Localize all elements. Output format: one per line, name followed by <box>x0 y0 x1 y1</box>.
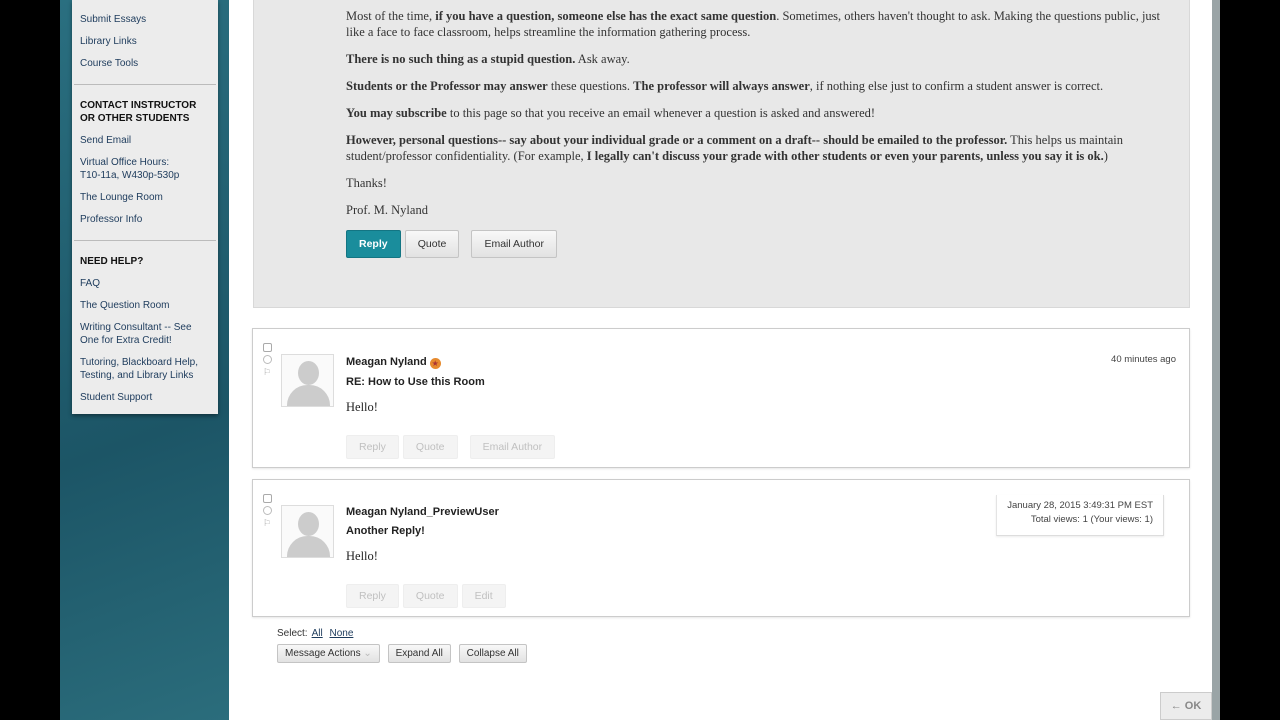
expand-all-button[interactable]: Expand All <box>387 644 451 663</box>
collapse-all-button[interactable]: Collapse All <box>458 644 527 663</box>
flag-icon[interactable]: ⚐ <box>263 518 273 529</box>
email-author-button[interactable]: Email Author <box>471 230 557 258</box>
menu-faq[interactable]: FAQ <box>80 277 210 290</box>
unread-indicator-icon[interactable] <box>263 355 272 364</box>
reply-post: ⚐ Meagan Nyland ★ RE: How to Use this Ro… <box>252 328 1190 468</box>
quote-button[interactable]: Quote <box>402 435 458 459</box>
post-paragraph: However, personal questions-- say about … <box>346 133 1124 163</box>
post-subject: Another Reply! <box>346 525 425 537</box>
divider <box>74 84 216 85</box>
unread-indicator-icon[interactable] <box>263 506 272 515</box>
edit-button[interactable]: Edit <box>461 584 506 608</box>
post-time: 40 minutes ago <box>1111 354 1176 365</box>
ok-button[interactable]: ← OK <box>1160 692 1212 720</box>
menu-lounge-room[interactable]: The Lounge Room <box>80 191 210 204</box>
avatar <box>281 505 334 558</box>
email-author-button[interactable]: Email Author <box>469 435 556 459</box>
menu-writing-consultant[interactable]: Writing Consultant -- See One for Extra … <box>80 321 210 347</box>
select-all-link[interactable]: All <box>312 628 323 639</box>
post-body: Hello! <box>346 400 378 414</box>
contact-heading: CONTACT INSTRUCTOR OR OTHER STUDENTS <box>80 100 197 124</box>
help-heading: NEED HELP? <box>80 256 144 267</box>
post-signature: Prof. M. Nyland <box>346 203 428 217</box>
reply-button[interactable]: Reply <box>346 584 399 608</box>
course-menu: Submit Essays Library Links Course Tools… <box>72 0 218 414</box>
message-toolbar: Select: All None Message Actions ⌄ Expand… <box>277 628 528 663</box>
avatar <box>281 354 334 407</box>
menu-send-email[interactable]: Send Email <box>80 134 210 147</box>
instructor-badge-icon: ★ <box>429 358 441 369</box>
select-checkbox[interactable] <box>263 343 272 352</box>
post-paragraph: There is no such thing as a stupid quest… <box>346 52 630 66</box>
reply-button[interactable]: Reply <box>346 230 401 258</box>
message-actions-dropdown[interactable]: Message Actions ⌄ <box>277 644 380 663</box>
quote-button[interactable]: Quote <box>402 584 458 608</box>
select-checkbox[interactable] <box>263 494 272 503</box>
menu-tutoring[interactable]: Tutoring, Blackboard Help, Testing, and … <box>80 356 210 382</box>
menu-submit-essays[interactable]: Submit Essays <box>80 13 210 26</box>
post-metadata: January 28, 2015 3:49:31 PM EST Total vi… <box>996 495 1164 536</box>
post-date: January 28, 2015 3:49:31 PM EST <box>1007 500 1153 511</box>
post-paragraph: You may subscribe to this page so that y… <box>346 106 876 120</box>
scrollbar[interactable] <box>1212 0 1220 720</box>
main-content: Most of the time, if you have a question… <box>229 0 1212 720</box>
select-none-link[interactable]: None <box>329 628 353 639</box>
post-paragraph: Thanks! <box>346 176 387 190</box>
menu-question-room[interactable]: The Question Room <box>80 299 210 312</box>
menu-student-support[interactable]: Student Support <box>80 391 210 404</box>
post-paragraph: Students or the Professor may answer the… <box>346 79 1104 93</box>
quote-button[interactable]: Quote <box>404 230 460 258</box>
reply-button[interactable]: Reply <box>346 435 399 459</box>
reply-post: ⚐ Meagan Nyland_PreviewUser Another Repl… <box>252 479 1190 617</box>
menu-professor-info[interactable]: Professor Info <box>80 213 210 226</box>
post-body: Hello! <box>346 549 378 563</box>
post-author[interactable]: Meagan Nyland <box>346 356 427 368</box>
post-views: Total views: 1 (Your views: 1) <box>1030 514 1153 525</box>
menu-office-hours[interactable]: Virtual Office Hours: T10-11a, W430p-530… <box>80 156 190 182</box>
divider <box>74 240 216 241</box>
post-subject: RE: How to Use this Room <box>346 376 485 388</box>
menu-library-links[interactable]: Library Links <box>80 35 210 48</box>
select-label: Select: <box>277 628 308 639</box>
post-paragraph: Most of the time, if you have a question… <box>346 9 1161 39</box>
post-author[interactable]: Meagan Nyland_PreviewUser <box>346 506 507 518</box>
original-post: Most of the time, if you have a question… <box>253 0 1190 308</box>
chevron-down-icon: ⌄ <box>363 648 372 659</box>
menu-course-tools[interactable]: Course Tools <box>80 57 210 70</box>
flag-icon[interactable]: ⚐ <box>263 367 273 378</box>
